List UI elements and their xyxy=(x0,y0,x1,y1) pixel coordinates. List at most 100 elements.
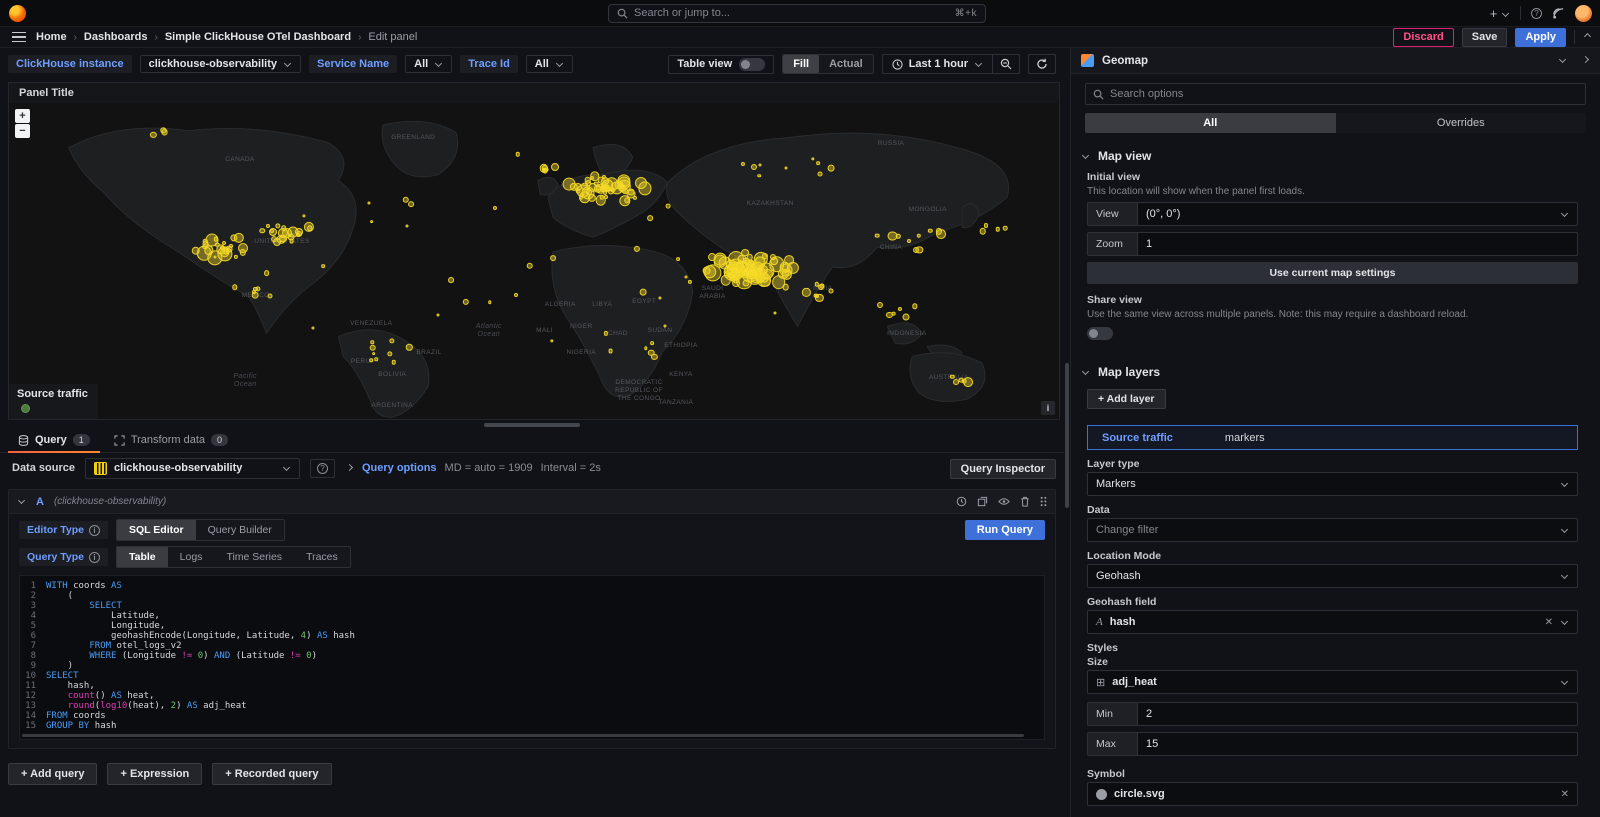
breadcrumb-dashboards[interactable]: Dashboards xyxy=(84,31,148,43)
panel-info-icon[interactable]: i xyxy=(1041,401,1055,415)
query-type-traces[interactable]: Traces xyxy=(294,547,350,567)
query-type-time-series[interactable]: Time Series xyxy=(214,547,294,567)
section-map-layers[interactable]: Map layers xyxy=(1071,349,1600,387)
map-zoom-out-button[interactable]: − xyxy=(15,124,30,138)
breadcrumb-dashboard-name[interactable]: Simple ClickHouse OTel Dashboard xyxy=(165,31,351,43)
recorded-query-button[interactable]: + Recorded query xyxy=(212,763,331,785)
query-collapse-icon[interactable] xyxy=(18,497,25,504)
max-input[interactable]: 15 xyxy=(1137,732,1578,756)
expression-button[interactable]: + Expression xyxy=(107,763,202,785)
history-icon[interactable] xyxy=(956,496,967,507)
number-field-icon: ⊞ xyxy=(1096,676,1105,689)
datasource-row: Data source clickhouse-observability ? Q… xyxy=(0,453,1064,483)
query-row-header[interactable]: A (clickhouse-observability) xyxy=(9,490,1055,514)
viz-picker-caret-icon[interactable] xyxy=(1559,56,1566,63)
section-map-view[interactable]: Map view xyxy=(1071,133,1600,171)
news-icon[interactable] xyxy=(1552,7,1565,20)
map-zoom-in-button[interactable]: + xyxy=(15,109,30,123)
trace-id-select[interactable]: All xyxy=(526,55,573,73)
data-select[interactable]: Change filter xyxy=(1087,518,1578,542)
editor-type-info-icon[interactable]: i xyxy=(89,525,100,536)
query-options-link[interactable]: Query options xyxy=(362,462,437,474)
options-search-input[interactable]: Search options xyxy=(1085,83,1586,105)
discard-button[interactable]: Discard xyxy=(1393,28,1453,47)
menu-toggle-icon[interactable] xyxy=(12,32,26,43)
query-count-badge: 1 xyxy=(73,434,90,446)
geomap-panel: Panel Title xyxy=(8,82,1060,420)
datasource-help-button[interactable]: ? xyxy=(310,459,335,478)
clickhouse-instance-select[interactable]: clickhouse-observability xyxy=(140,55,301,73)
sql-code-editor[interactable]: 1WITH coords AS2 (3 SELECT4 Latitude,5 L… xyxy=(19,575,1045,740)
layer-type-select[interactable]: Markers xyxy=(1087,472,1578,496)
actual-button[interactable]: Actual xyxy=(819,55,873,73)
time-range-picker[interactable]: Last 1 hour xyxy=(882,54,993,74)
view-select[interactable]: (0°, 0°) xyxy=(1137,202,1578,226)
query-type-table[interactable]: Table xyxy=(117,547,168,567)
datasource-select[interactable]: clickhouse-observability xyxy=(85,458,300,479)
use-current-map-settings-button[interactable]: Use current map settings xyxy=(1087,262,1578,284)
share-view-toggle[interactable] xyxy=(1087,327,1113,340)
code-horizontal-scrollbar[interactable] xyxy=(22,734,1024,737)
initial-view-desc: This location will show when the panel f… xyxy=(1087,185,1578,198)
tab-overrides[interactable]: Overrides xyxy=(1336,113,1587,133)
tab-transform-data[interactable]: Transform data 0 xyxy=(104,430,238,452)
add-query-button[interactable]: + Add query xyxy=(8,763,97,785)
search-placeholder: Search or jump to... xyxy=(634,7,949,19)
query-type-info-icon[interactable]: i xyxy=(89,552,100,563)
size-field-select[interactable]: ⊞adj_heat xyxy=(1087,670,1578,694)
eye-icon[interactable] xyxy=(998,496,1010,507)
share-view-desc: Use the same view across multiple panels… xyxy=(1087,308,1477,321)
help-icon[interactable]: ? xyxy=(1531,8,1542,19)
layer-row-source-traffic[interactable]: Source traffic markers xyxy=(1087,425,1578,450)
zoom-input[interactable]: 1 xyxy=(1137,232,1578,256)
trash-icon[interactable] xyxy=(1020,496,1030,507)
tab-query[interactable]: Query 1 xyxy=(8,430,100,452)
world-map[interactable]: RUSSIACANADAGREENLANDUNITED STATESMEXICO… xyxy=(9,103,1059,419)
user-avatar[interactable] xyxy=(1575,5,1592,22)
zoom-out-icon xyxy=(1000,58,1012,70)
add-layer-button[interactable]: + Add layer xyxy=(1087,389,1166,409)
duplicate-icon[interactable] xyxy=(977,496,988,507)
query-options-md: MD = auto = 1909 xyxy=(445,462,533,474)
save-button[interactable]: Save xyxy=(1462,28,1508,47)
collapse-options-icon[interactable] xyxy=(1584,32,1591,39)
query-inspector-button[interactable]: Query Inspector xyxy=(950,459,1056,479)
circle-symbol-icon xyxy=(1096,789,1107,800)
visualization-type[interactable]: Geomap xyxy=(1102,55,1550,67)
min-input[interactable]: 2 xyxy=(1137,702,1578,726)
database-icon xyxy=(18,435,29,446)
query-datasource-hint: (clickhouse-observability) xyxy=(54,496,166,507)
sidebar-collapse-icon[interactable] xyxy=(1582,56,1589,63)
fill-button[interactable]: Fill xyxy=(783,55,819,73)
geohash-field-select[interactable]: Ahash✕ xyxy=(1087,610,1578,634)
query-builder-button[interactable]: Query Builder xyxy=(196,520,284,540)
fill-actual-group: Fill Actual xyxy=(782,54,874,74)
query-editor-card: A (clickhouse-observability) Editor Type… xyxy=(8,489,1056,749)
sql-editor-button[interactable]: SQL Editor xyxy=(117,520,196,540)
location-mode-select[interactable]: Geohash xyxy=(1087,564,1578,588)
clear-icon[interactable]: ✕ xyxy=(1561,789,1569,800)
table-view-toggle[interactable] xyxy=(739,58,765,71)
tab-all[interactable]: All xyxy=(1085,113,1336,133)
global-search[interactable]: Search or jump to... ⌘+k xyxy=(608,4,986,23)
refresh-button[interactable] xyxy=(1028,54,1056,74)
breadcrumb-home[interactable]: Home xyxy=(36,31,67,43)
query-options-expand-icon[interactable] xyxy=(346,463,353,470)
options-scroll-area[interactable]: Map view Initial view This location will… xyxy=(1071,133,1600,817)
layer-type-label: Layer type xyxy=(1087,458,1578,470)
map-legend[interactable]: Source traffic xyxy=(9,384,98,419)
clear-icon[interactable]: ✕ xyxy=(1545,617,1553,628)
add-menu-button[interactable]: + xyxy=(1490,6,1510,21)
share-view-label: Share view xyxy=(1087,294,1578,306)
main-scrollbar[interactable] xyxy=(1064,48,1070,817)
grafana-logo[interactable] xyxy=(9,5,26,22)
symbol-select[interactable]: circle.svg✕ xyxy=(1087,782,1578,806)
zoom-out-time-button[interactable] xyxy=(993,54,1020,74)
panel-title: Panel Title xyxy=(9,83,1059,103)
run-query-button[interactable]: Run Query xyxy=(965,520,1045,540)
apply-button[interactable]: Apply xyxy=(1515,28,1566,47)
query-type-logs[interactable]: Logs xyxy=(168,547,215,567)
string-field-icon: A xyxy=(1096,616,1103,628)
service-name-select[interactable]: All xyxy=(405,55,452,73)
drag-handle-icon[interactable] xyxy=(1040,496,1047,507)
